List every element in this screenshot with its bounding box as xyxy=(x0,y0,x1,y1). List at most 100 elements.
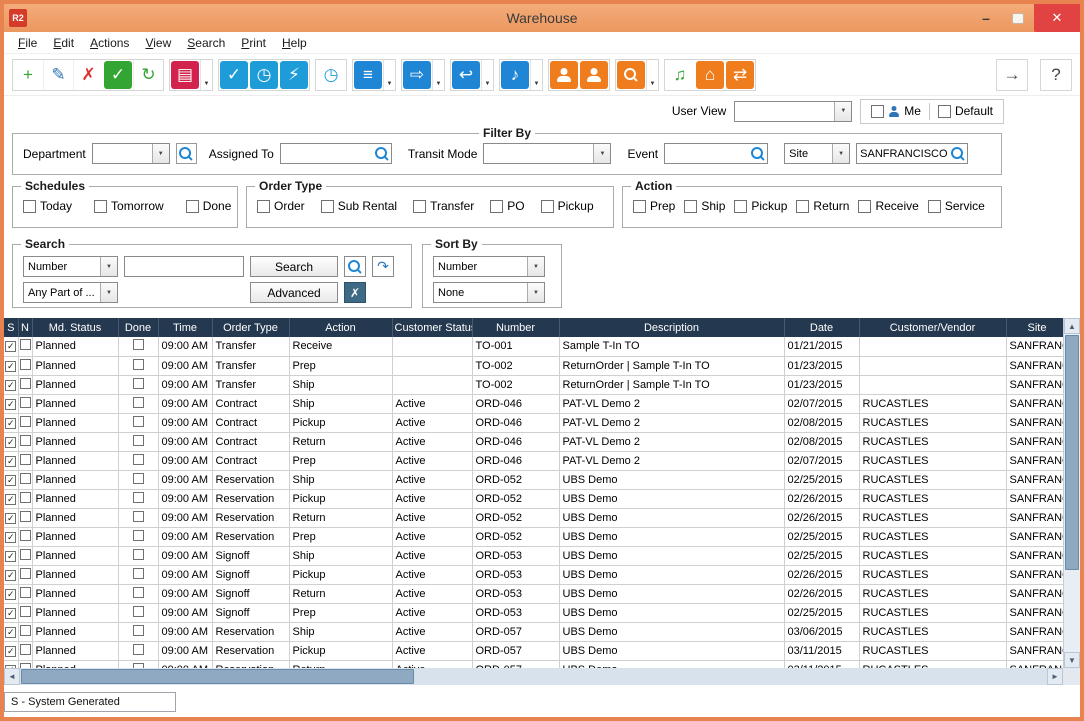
n-checkbox[interactable] xyxy=(20,644,31,655)
table-row[interactable]: Planned09:00 AMContractPrepActiveORD-046… xyxy=(4,451,1063,470)
s-checkbox[interactable] xyxy=(5,399,16,410)
s-checkbox[interactable] xyxy=(5,570,16,581)
s-checkbox[interactable] xyxy=(5,494,16,505)
chevron-down-icon[interactable]: ▼ xyxy=(834,102,851,121)
menu-actions[interactable]: Actions xyxy=(82,34,137,52)
column-header-customer-vendor[interactable]: Customer/Vendor xyxy=(859,318,1006,337)
scroll-up-icon[interactable]: ▲ xyxy=(1064,318,1080,334)
table-row[interactable]: Planned09:00 AMSignoffShipActiveORD-053U… xyxy=(4,546,1063,565)
print-dropdown[interactable]: ▼ xyxy=(200,60,212,90)
chevron-down-icon[interactable]: ▼ xyxy=(100,257,117,276)
s-checkbox[interactable] xyxy=(5,475,16,486)
edit-order-icon[interactable]: ✎ xyxy=(43,60,73,90)
scroll-left-icon[interactable]: ◄ xyxy=(4,668,20,685)
column-header-number[interactable]: Number xyxy=(472,318,559,337)
column-header-date[interactable]: Date xyxy=(784,318,859,337)
av-shipping-icon[interactable]: ♫ xyxy=(665,60,695,90)
column-header-n[interactable]: N xyxy=(18,318,32,337)
print-icon[interactable]: ▤ xyxy=(171,61,199,89)
s-checkbox[interactable] xyxy=(5,437,16,448)
vertical-scrollbar[interactable]: ▲ ▼ xyxy=(1063,318,1080,668)
table-row[interactable]: Planned09:00 AMReservationPrepActiveORD-… xyxy=(4,527,1063,546)
event-search-icon[interactable] xyxy=(751,147,765,161)
column-header-done[interactable]: Done xyxy=(118,318,158,337)
menu-help[interactable]: Help xyxy=(274,34,315,52)
done-checkbox[interactable] xyxy=(133,359,144,370)
ship-dropdown[interactable]: ▼ xyxy=(432,60,444,90)
column-header-order-type[interactable]: Order Type xyxy=(212,318,289,337)
prep-dropdown[interactable]: ▼ xyxy=(383,60,395,90)
chevron-down-icon[interactable]: ▼ xyxy=(527,283,544,302)
new-order-icon[interactable]: + xyxy=(13,60,43,90)
table-row[interactable]: Planned09:00 AMReservationPickupActiveOR… xyxy=(4,641,1063,660)
exit-button[interactable]: → xyxy=(997,60,1027,90)
checkbox-service[interactable]: Service xyxy=(928,199,985,213)
s-checkbox[interactable] xyxy=(5,513,16,524)
done-checkbox[interactable] xyxy=(133,511,144,522)
table-row[interactable]: Planned09:00 AMTransferShipTO-002ReturnO… xyxy=(4,375,1063,394)
done-checkbox[interactable] xyxy=(133,397,144,408)
checkbox-order[interactable]: Order xyxy=(257,199,305,213)
table-row[interactable]: Planned09:00 AMSignoffPrepActiveORD-053U… xyxy=(4,603,1063,622)
s-checkbox[interactable] xyxy=(5,627,16,638)
s-checkbox[interactable] xyxy=(5,608,16,619)
checkbox-receive[interactable]: Receive xyxy=(858,199,918,213)
sort-primary-combo[interactable]: Number ▼ xyxy=(433,256,545,277)
service-dropdown[interactable]: ▼ xyxy=(530,60,542,90)
schedule-document-icon[interactable]: ◷ xyxy=(316,60,346,90)
return-dropdown[interactable]: ▼ xyxy=(481,60,493,90)
chevron-down-icon[interactable]: ▼ xyxy=(527,257,544,276)
help-button[interactable]: ? xyxy=(1041,60,1071,90)
warehouse-icon[interactable]: ⌂ xyxy=(696,61,724,89)
checkbox-sub-rental[interactable]: Sub Rental xyxy=(321,199,397,213)
confirm-icon[interactable]: ✓ xyxy=(104,61,132,89)
s-checkbox[interactable] xyxy=(5,646,16,657)
customer-service-icon[interactable] xyxy=(580,61,608,89)
maximize-button[interactable] xyxy=(1002,4,1034,32)
done-checkbox[interactable] xyxy=(133,473,144,484)
assigned-to-search-icon[interactable] xyxy=(375,147,389,161)
checkbox-po[interactable]: PO xyxy=(490,199,524,213)
s-checkbox[interactable] xyxy=(5,361,16,372)
delete-icon[interactable]: ✗ xyxy=(73,60,103,90)
site-search-icon[interactable] xyxy=(951,147,965,161)
site-selector-combo[interactable]: Site ▼ xyxy=(784,143,850,164)
checkbox-prep[interactable]: Prep xyxy=(633,199,675,213)
search-button[interactable]: Search xyxy=(250,256,338,277)
search-field-combo[interactable]: Number ▼ xyxy=(23,256,118,277)
n-checkbox[interactable] xyxy=(20,454,31,465)
table-row[interactable]: Planned09:00 AMSignoffReturnActiveORD-05… xyxy=(4,584,1063,603)
column-header-time[interactable]: Time xyxy=(158,318,212,337)
new-customer-order-icon[interactable] xyxy=(550,61,578,89)
table-row[interactable]: Planned09:00 AMReservationShipActiveORD-… xyxy=(4,470,1063,489)
done-checkbox[interactable] xyxy=(133,644,144,655)
done-checkbox[interactable] xyxy=(133,339,144,350)
scroll-down-icon[interactable]: ▼ xyxy=(1064,652,1080,668)
department-combo[interactable]: ▼ xyxy=(92,143,170,164)
done-checkbox[interactable] xyxy=(133,587,144,598)
return-icon[interactable]: ↩ xyxy=(452,61,480,89)
done-checkbox[interactable] xyxy=(133,606,144,617)
search-items-dropdown[interactable]: ▼ xyxy=(646,60,658,90)
n-checkbox[interactable] xyxy=(20,378,31,389)
n-checkbox[interactable] xyxy=(20,625,31,636)
transit-mode-combo[interactable]: ▼ xyxy=(483,143,611,164)
done-checkbox[interactable] xyxy=(133,435,144,446)
s-checkbox[interactable] xyxy=(5,418,16,429)
s-checkbox[interactable] xyxy=(5,380,16,391)
table-row[interactable]: Planned09:00 AMSignoffPickupActiveORD-05… xyxy=(4,565,1063,584)
clock-icon[interactable]: ◷ xyxy=(250,61,278,89)
checkbox-ship[interactable]: Ship xyxy=(684,199,725,213)
menu-print[interactable]: Print xyxy=(233,34,274,52)
chevron-down-icon[interactable]: ▼ xyxy=(832,144,849,163)
s-checkbox[interactable] xyxy=(5,341,16,352)
done-checkbox[interactable] xyxy=(133,378,144,389)
n-checkbox[interactable] xyxy=(20,473,31,484)
clear-search-button[interactable]: ✗ xyxy=(344,282,366,303)
column-header-site[interactable]: Site xyxy=(1006,318,1063,337)
column-header-customer-status[interactable]: Customer Status xyxy=(392,318,472,337)
checkbox-today[interactable]: Today xyxy=(23,199,72,213)
chevron-down-icon[interactable]: ▼ xyxy=(593,144,610,163)
table-row[interactable]: Planned09:00 AMTransferPrepTO-002ReturnO… xyxy=(4,356,1063,375)
column-header-description[interactable]: Description xyxy=(559,318,784,337)
